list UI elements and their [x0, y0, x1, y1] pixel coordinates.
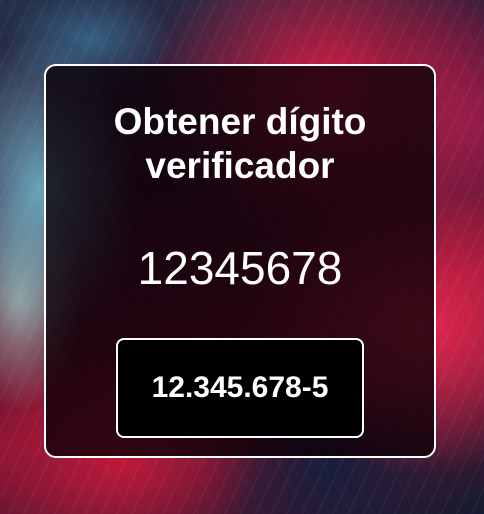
- card-title: Obtener dígito verificador: [113, 101, 367, 186]
- result-value: 12.345.678-5: [151, 371, 329, 404]
- input-number[interactable]: 12345678: [138, 242, 343, 294]
- result-box[interactable]: 12.345.678-5: [116, 338, 364, 438]
- verifier-card: Obtener dígito verificador 12345678 12.3…: [44, 64, 436, 458]
